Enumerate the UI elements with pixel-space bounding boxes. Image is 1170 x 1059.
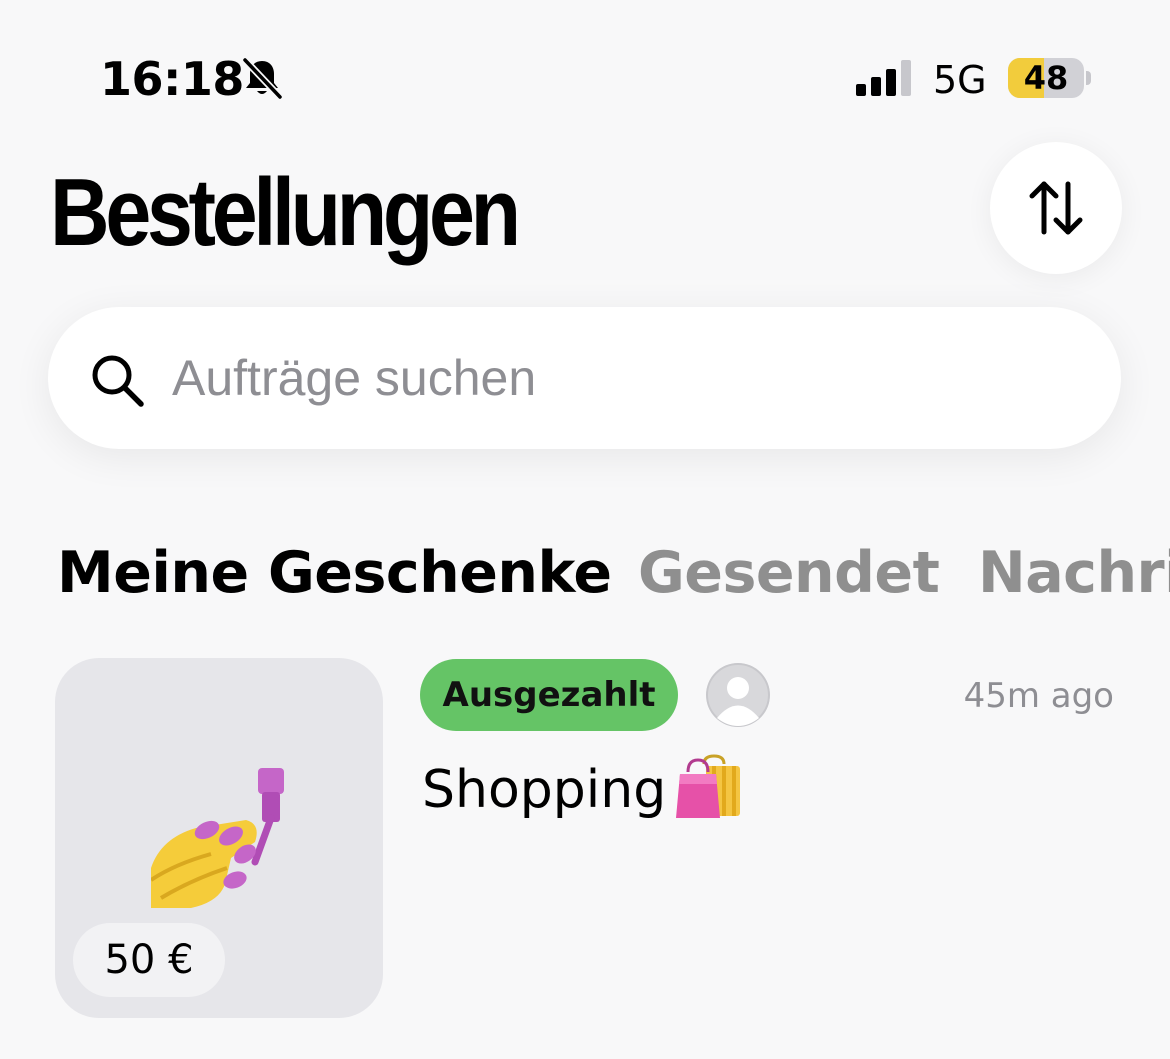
signal-icon <box>856 60 911 96</box>
nail-polish-icon <box>151 768 284 908</box>
shopping-bags-icon <box>676 754 740 818</box>
sort-arrows-icon <box>1029 181 1083 235</box>
sort-button[interactable] <box>990 142 1122 274</box>
tab-meine-geschenke[interactable]: Meine Geschenke <box>57 540 612 606</box>
status-time: 16:18 <box>100 52 244 106</box>
tab-nachrichten[interactable]: Nachri <box>978 540 1170 606</box>
battery-level: 48 <box>1023 59 1069 97</box>
bell-slash-icon <box>242 57 283 100</box>
search-bar[interactable] <box>48 307 1121 449</box>
battery-cap <box>1086 71 1091 85</box>
order-timestamp: 45m ago <box>963 676 1114 716</box>
search-input[interactable] <box>172 343 1052 413</box>
search-icon <box>92 355 144 407</box>
avatar[interactable] <box>706 663 770 727</box>
tab-bar: Meine Geschenke Gesendet Nachri <box>0 540 1170 610</box>
status-bar: 16:18 5G 48 <box>0 0 1170 130</box>
order-title[interactable]: Shopping <box>422 760 666 820</box>
battery-icon: 48 <box>1008 58 1084 98</box>
tab-gesendet[interactable]: Gesendet <box>638 540 940 606</box>
price-badge: 50 € <box>73 923 225 997</box>
user-placeholder-icon <box>706 663 770 727</box>
status-badge: Ausgezahlt <box>420 659 678 731</box>
page-title: Bestellungen <box>50 159 521 266</box>
network-type: 5G <box>933 58 987 102</box>
order-thumbnail[interactable]: 50 € <box>55 658 383 1018</box>
